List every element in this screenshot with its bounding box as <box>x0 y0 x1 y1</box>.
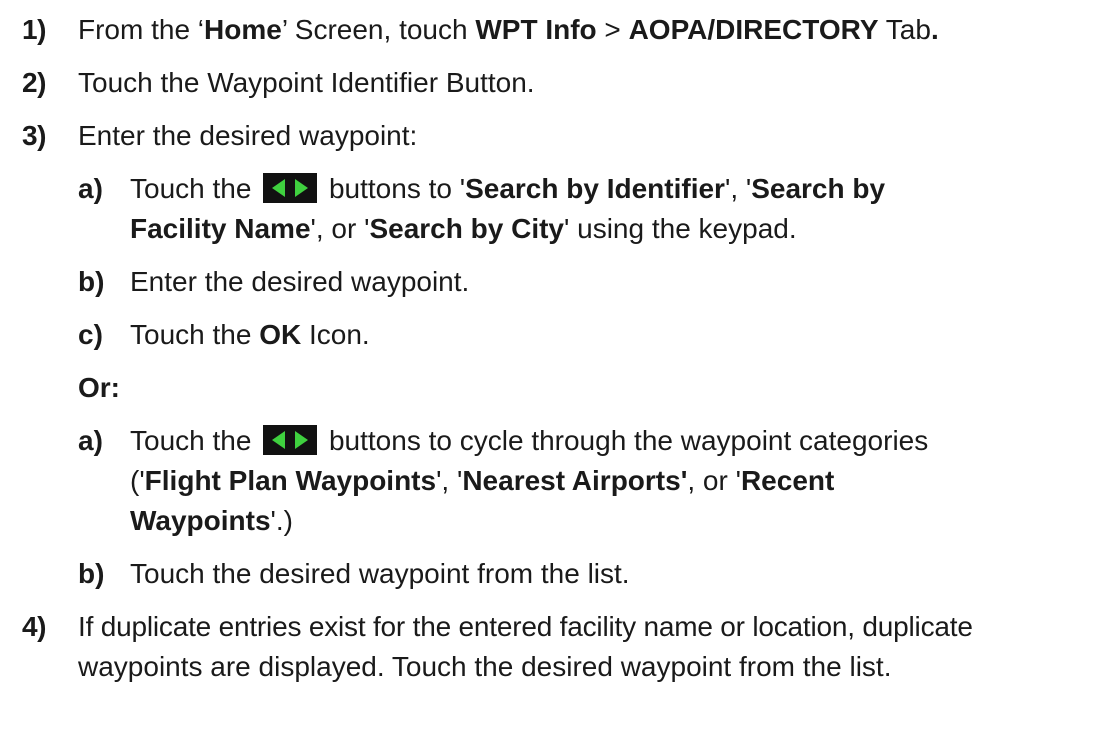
step-text: From the ‘Home’ Screen, touch WPT Info >… <box>78 14 939 45</box>
step-number: 1) <box>22 14 46 45</box>
step-text-line-1: If duplicate entries exist for the enter… <box>78 611 973 642</box>
substep-text: Touch the desired waypoint from the list… <box>130 558 630 589</box>
substep-number: a) <box>78 173 103 204</box>
substep-number: a) <box>78 425 103 456</box>
left-right-arrow-buttons-icon <box>263 425 318 455</box>
substep-number: b) <box>78 266 105 297</box>
step-text-line-2: waypoints are displayed. Touch the desir… <box>78 651 892 682</box>
step-number: 4) <box>22 611 46 642</box>
substep-text-line-1: Touch the buttons to cycle through the w… <box>130 425 929 456</box>
substep-text-line-2: Facility Name', or 'Search by City' usin… <box>130 213 797 244</box>
or-label: Or: <box>78 372 120 403</box>
step-number: 3) <box>22 120 46 151</box>
substep-text: Touch the OK Icon. <box>130 319 370 350</box>
left-right-arrow-buttons-icon <box>263 173 318 203</box>
step-text: Enter the desired waypoint: <box>78 120 418 151</box>
step-text: Touch the Waypoint Identifier Button. <box>78 67 535 98</box>
substep-text: Enter the desired waypoint. <box>130 266 470 297</box>
substep-text-line-2: ('Flight Plan Waypoints', 'Nearest Airpo… <box>130 465 835 496</box>
substep-number: c) <box>78 319 103 350</box>
substep-text-line-1: Touch the buttons to 'Search by Identifi… <box>130 173 886 204</box>
substep-text-line-3: Waypoints'.) <box>130 505 293 536</box>
step-number: 2) <box>22 67 46 98</box>
substep-number: b) <box>78 558 105 589</box>
